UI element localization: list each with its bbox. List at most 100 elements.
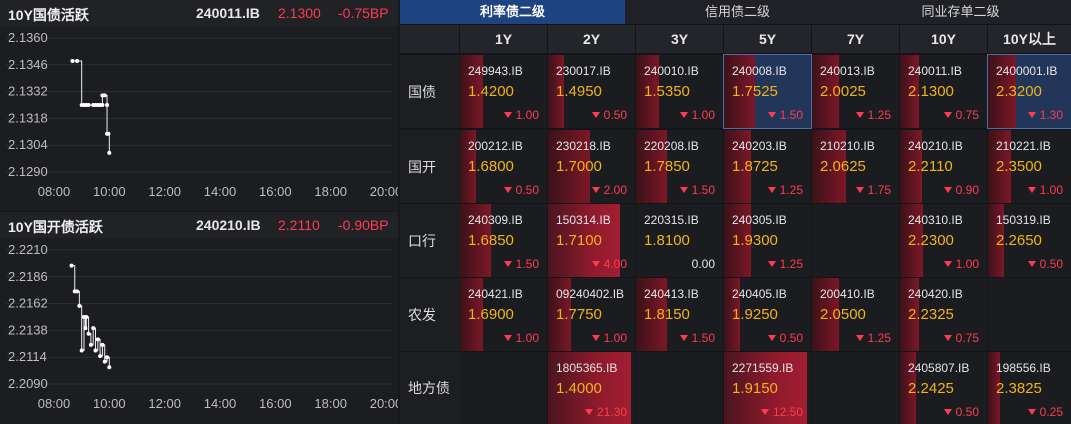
yield-cell[interactable]: 240413.IB 1.8150 1.50 (636, 278, 723, 351)
yield-cell[interactable]: 240421.IB 1.6900 1.00 (460, 278, 547, 351)
yield-change: 1.50 (503, 257, 539, 271)
yield-cell[interactable]: 240420.IB 2.2325 0.75 (900, 278, 987, 351)
bond-yield: 1.7750 (556, 306, 602, 323)
yield-change-value: 1.00 (515, 108, 539, 122)
bond-code: 09240402.IB (556, 287, 625, 301)
yield-cell[interactable]: 220208.IB 1.7850 1.50 (636, 130, 723, 203)
row-header: 农发 (400, 278, 460, 351)
yield-cell[interactable]: 240013.IB 2.0025 1.25 (812, 55, 899, 128)
yield-cell[interactable]: 240310.IB 2.2300 1.00 (900, 204, 987, 277)
down-triangle-icon (767, 187, 776, 193)
chart-change: -0.75BP (338, 5, 389, 21)
yield-change-value: 1.30 (1039, 108, 1063, 122)
yield-cell[interactable]: 240008.IB 1.7525 1.50 (723, 54, 812, 129)
yield-change: 0.90 (943, 183, 979, 197)
x-tick-label: 14:00 (204, 396, 237, 411)
yield-change: 0.50 (591, 108, 627, 122)
bond-code: 240305.IB (732, 213, 787, 227)
down-triangle-icon (591, 261, 600, 267)
bond-code: 220315.IB (644, 213, 699, 227)
y-tick-label: 2.1318 (8, 110, 48, 125)
yield-change-value: 1.50 (691, 183, 715, 197)
down-triangle-icon (1027, 187, 1036, 193)
series-point (86, 331, 91, 336)
chart-title: 10Y国开债活跃 (8, 219, 103, 235)
yield-change-value: 0.00 (691, 257, 715, 271)
empty-cell (812, 204, 899, 277)
yield-change: 0.50 (1027, 257, 1063, 271)
bond-yield: 1.7525 (732, 83, 778, 100)
yield-cell[interactable]: 230017.IB 1.4950 0.50 (548, 55, 635, 128)
yield-cell[interactable]: 220315.IB 1.8100 0.00 (636, 204, 723, 277)
yield-cell[interactable]: 240010.IB 1.5350 1.00 (636, 55, 723, 128)
bond-code: 200212.IB (468, 139, 523, 153)
yield-cell[interactable]: 210210.IB 2.0625 1.75 (812, 130, 899, 203)
series-point (95, 337, 100, 342)
yield-cell[interactable]: 210221.IB 2.3500 1.00 (988, 130, 1071, 203)
x-tick-label: 12:00 (148, 396, 181, 411)
chart-panel-header: 10Y国债活跃 240011.IB 2.1300 -0.75BP (0, 0, 398, 26)
yield-cell[interactable]: 1805365.IB 1.4000 21.30 (548, 352, 635, 424)
bond-yield: 2.0025 (820, 83, 866, 100)
bond-code: 240413.IB (644, 287, 699, 301)
down-triangle-icon (943, 112, 952, 118)
yield-matrix: 利率债二级 信用债二级 同业存单二级 1Y 2Y 3Y 5Y 7Y 10Y 10Y以上 国债 2… (400, 0, 1071, 424)
down-triangle-icon (679, 187, 688, 193)
market-tabs: 利率债二级 信用债二级 同业存单二级 (400, 0, 1071, 24)
yield-change-value: 0.50 (955, 405, 979, 419)
down-triangle-icon (943, 187, 952, 193)
y-tick-label: 2.2138 (8, 322, 48, 337)
yield-cell[interactable]: 198556.IB 2.3825 0.25 (988, 352, 1071, 424)
yield-change-value: 1.00 (603, 331, 627, 345)
bond-yield: 1.8100 (644, 232, 690, 249)
series-point (100, 103, 105, 107)
yield-change-value: 0.25 (1039, 405, 1063, 419)
yield-cell[interactable]: 2400001.IB 2.3200 1.30 (987, 54, 1071, 129)
yield-change-value: 1.75 (867, 183, 891, 197)
chart-panel-10y-cdb: 10Y国开债活跃 240210.IB 2.2110 -0.90BP 2.2210… (0, 212, 398, 424)
intraday-line-chart: 2.1360 2.1346 2.1332 2.1318 2.1304 2.1290 08:0… (6, 30, 398, 199)
y-tick-label: 2.1346 (8, 57, 48, 72)
down-triangle-icon (503, 335, 512, 341)
yield-cell[interactable]: 240305.IB 1.9300 1.25 (724, 204, 811, 277)
yield-cell[interactable]: 249943.IB 1.4200 1.00 (460, 55, 547, 128)
down-triangle-icon (1027, 409, 1036, 415)
yield-cell[interactable]: 240210.IB 2.2110 0.90 (900, 130, 987, 203)
down-triangle-icon (591, 187, 600, 193)
down-triangle-icon (943, 409, 952, 415)
y-tick-label: 2.1332 (8, 84, 48, 99)
bond-code: 2400001.IB (996, 64, 1058, 78)
yield-cell[interactable]: 200212.IB 1.6800 0.50 (460, 130, 547, 203)
chart-price: 2.1300 (278, 5, 321, 21)
x-tick-label: 08:00 (38, 184, 71, 199)
bond-code: 230218.IB (556, 139, 611, 153)
yield-cell[interactable]: 09240402.IB 1.7750 1.00 (548, 278, 635, 351)
tab-credit-bond[interactable]: 信用债二级 (625, 0, 850, 24)
yield-cell[interactable]: 240405.IB 1.9250 0.50 (724, 278, 811, 351)
yield-cell[interactable]: 150314.IB 1.7100 4.00 (548, 204, 635, 277)
chart-bond-code[interactable]: 240210.IB (196, 217, 261, 233)
down-triangle-icon (943, 261, 952, 267)
tab-ncd[interactable]: 同业存单二级 (850, 0, 1071, 24)
bond-yield: 1.8150 (644, 306, 690, 323)
yield-cell[interactable]: 2405807.IB 2.2425 0.50 (900, 352, 987, 424)
yield-cell[interactable]: 240309.IB 1.6850 1.50 (460, 204, 547, 277)
series-point (75, 289, 80, 294)
bond-yield: 2.2110 (908, 158, 953, 175)
down-triangle-icon (855, 187, 864, 193)
yield-cell[interactable]: 150319.IB 2.2650 0.50 (988, 204, 1071, 277)
bond-yield: 1.5350 (644, 83, 690, 100)
chart-change: -0.90BP (338, 217, 389, 233)
series-point (106, 131, 111, 136)
bond-yield: 1.6800 (468, 158, 514, 175)
chart-bond-code[interactable]: 240011.IB (196, 5, 260, 21)
series-point (75, 58, 80, 63)
yield-cell[interactable]: 240203.IB 1.8725 1.25 (724, 130, 811, 203)
tab-rate-bond[interactable]: 利率债二级 (400, 0, 625, 24)
yield-cell[interactable]: 200410.IB 2.0500 1.25 (812, 278, 899, 351)
yield-cell[interactable]: 240011.IB 2.1300 0.75 (900, 55, 987, 128)
series-line (71, 265, 110, 368)
header-corner (400, 25, 459, 53)
yield-cell[interactable]: 2271559.IB 1.9150 12.50 (724, 352, 811, 424)
yield-cell[interactable]: 230218.IB 1.7000 2.00 (548, 130, 635, 203)
